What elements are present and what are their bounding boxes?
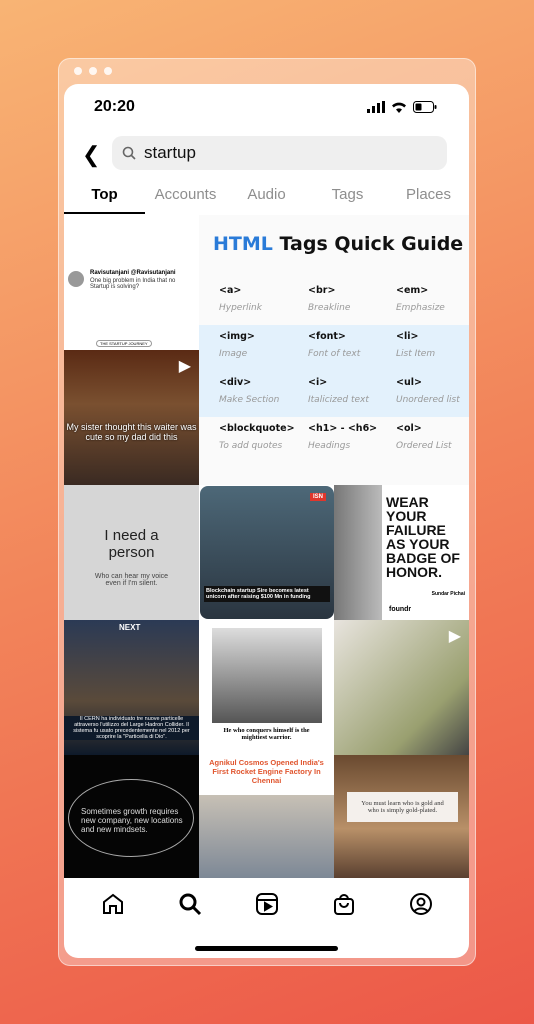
phone-screen: 20:20 ❮ startup Top Accounts Audio Tags …: [64, 84, 469, 958]
play-icon: ▶: [448, 628, 461, 645]
tag-name: <font>: [308, 331, 346, 342]
post-growth[interactable]: Sometimes growth requires new company, n…: [64, 755, 199, 878]
post-gold[interactable]: You must learn who is gold and who is si…: [334, 755, 469, 878]
play-icon: ▶: [178, 358, 191, 375]
tag-desc: Ordered List: [396, 441, 452, 451]
tag-name: <br>: [308, 285, 336, 296]
post-cern[interactable]: NEXT Il CERN ha individuato tre nuove pa…: [64, 620, 199, 755]
headline: Agnikul Cosmos Opened India's First Rock…: [209, 758, 324, 785]
search-query: startup: [144, 143, 196, 162]
tweet-text: One big problem in India that no Startup…: [90, 278, 176, 290]
tag-name: <blockquote>: [219, 423, 295, 434]
tag-name: <ol>: [396, 423, 422, 434]
brand-logo: foundr: [389, 606, 412, 613]
tag-name: <div>: [219, 377, 252, 388]
tab-tags[interactable]: Tags: [307, 182, 388, 214]
guide-item: <i> Italicized text: [308, 377, 369, 405]
guide-item: <em> Emphasize: [396, 285, 445, 313]
tag-name: <img>: [219, 331, 255, 342]
tab-audio[interactable]: Audio: [226, 182, 307, 214]
home-indicator: [195, 946, 338, 951]
post-quote-person[interactable]: I need a person Who can hear my voice ev…: [64, 485, 199, 620]
battery-icon: [413, 101, 437, 113]
signal-icon: [367, 101, 385, 113]
caption: My sister thought this waiter was cute s…: [66, 422, 197, 442]
guide-item: <blockquote> To add quotes: [219, 423, 295, 451]
reels-icon[interactable]: [255, 892, 279, 916]
post-news-unicorn[interactable]: ISN Blockchain startup Sire becomes late…: [200, 486, 334, 619]
post-agnikul[interactable]: Agnikul Cosmos Opened India's First Rock…: [199, 755, 334, 878]
status-bar: 20:20: [64, 98, 469, 118]
guide-item: <li> List Item: [396, 331, 435, 359]
guide-item: <a> Hyperlink: [219, 285, 262, 313]
profile-icon[interactable]: [409, 892, 433, 916]
tag-desc: Emphasize: [396, 303, 445, 313]
search-icon[interactable]: [178, 892, 202, 916]
avatar: [68, 271, 84, 287]
guide-item: <ol> Ordered List: [396, 423, 452, 451]
clock: 20:20: [94, 98, 135, 115]
tag-desc: Font of text: [308, 349, 361, 359]
post-vegeta[interactable]: He who conquers himself is the mightiest…: [199, 620, 334, 755]
caption: Il CERN ha individuato tre nuove partice…: [64, 716, 199, 740]
window-dots: [74, 67, 112, 75]
explore-grid: Ravisutanjani @Ravisutanjani One big pro…: [64, 215, 469, 878]
home-icon[interactable]: [101, 892, 125, 916]
tag-name: <h1> - <h6>: [308, 423, 378, 434]
post-video-waiter[interactable]: ▶ My sister thought this waiter was cute…: [64, 350, 199, 485]
tag-desc: Unordered list: [396, 395, 460, 405]
bottom-nav: [64, 884, 469, 924]
tag-name: <li>: [396, 331, 419, 342]
guide-item: <br> Breakline: [308, 285, 350, 313]
guide-item: <h1> - <h6> Headings: [308, 423, 377, 451]
guide-item: <font> Font of text: [308, 331, 360, 359]
guide-item: <ul> Unordered list: [396, 377, 460, 405]
tag-name: <a>: [219, 285, 242, 296]
shop-icon[interactable]: [332, 892, 356, 916]
tag-desc: List Item: [396, 349, 436, 359]
tag-desc: Breakline: [308, 303, 351, 313]
brand-logo: NEXT: [119, 623, 141, 632]
back-icon[interactable]: ❮: [82, 142, 100, 168]
search-input[interactable]: startup: [112, 136, 447, 170]
tag-desc: Headings: [308, 441, 351, 451]
search-tabs: Top Accounts Audio Tags Places: [64, 182, 469, 214]
author: Sundar Pichai: [431, 591, 465, 597]
tab-places[interactable]: Places: [388, 182, 469, 214]
post-pichai[interactable]: WEAR YOUR FAILURE AS YOUR BADGE OF HONOR…: [334, 485, 469, 620]
caption: Blockchain startup Sire becomes latest u…: [204, 586, 330, 602]
post-tweet[interactable]: Ravisutanjani @Ravisutanjani One big pro…: [64, 215, 199, 350]
brand-badge: ISN: [309, 493, 326, 501]
quote-sub: Who can hear my voice even if I'm silent…: [94, 573, 169, 587]
tweet-author: Ravisutanjani @Ravisutanjani: [90, 270, 176, 276]
badge: THE STARTUP JOURNEY: [96, 340, 152, 347]
wifi-icon: [392, 102, 406, 113]
guide-title: HTML Tags Quick Guide: [213, 233, 464, 255]
quote-title: I need a person: [104, 527, 159, 561]
quote: You must learn who is gold and who is si…: [347, 792, 458, 822]
tag-desc: Make Section: [219, 395, 280, 405]
tab-top[interactable]: Top: [64, 182, 145, 214]
tag-name: <i>: [308, 377, 328, 388]
caption: He who conquers himself is the mightiest…: [223, 727, 310, 741]
search-icon: [122, 146, 136, 160]
tab-accounts[interactable]: Accounts: [145, 182, 226, 214]
tag-desc: Image: [219, 349, 248, 359]
post-html-guide[interactable]: HTML Tags Quick Guide <a> Hyperlink <br> Br…: [199, 215, 469, 485]
tag-desc: To add quotes: [219, 441, 283, 451]
tag-desc: Italicized text: [308, 395, 369, 405]
tag-name: <ul>: [396, 377, 422, 388]
quote: WEAR YOUR FAILURE AS YOUR BADGE OF HONOR…: [386, 494, 460, 580]
post-tablet-drawing[interactable]: ▶: [334, 620, 469, 755]
guide-item: <div> Make Section: [219, 377, 279, 405]
guide-item: <img> Image: [219, 331, 255, 359]
tag-name: <em>: [396, 285, 429, 296]
tag-desc: Hyperlink: [219, 303, 262, 313]
quote: Sometimes growth requires new company, n…: [81, 807, 183, 834]
